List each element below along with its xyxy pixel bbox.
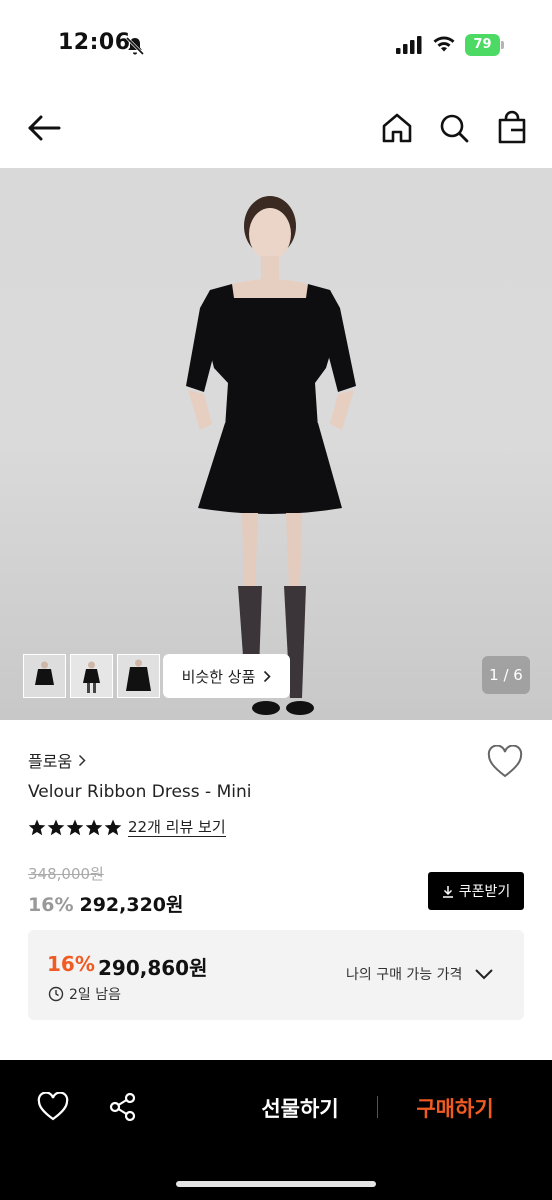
my-price-toggle[interactable]: 나의 구매 가능 가격 xyxy=(346,964,494,984)
search-icon[interactable] xyxy=(437,110,471,146)
signal-icon xyxy=(396,36,422,54)
bell-off-icon xyxy=(125,36,145,56)
brand-link[interactable]: 플로움 xyxy=(28,748,86,772)
top-nav xyxy=(0,90,552,168)
buy-button[interactable]: 구매하기 xyxy=(395,1088,515,1128)
gift-button[interactable]: 선물하기 xyxy=(240,1088,360,1128)
rating-row: 22개 리뷰 보기 xyxy=(28,818,226,837)
star-icon xyxy=(28,819,46,836)
thumbnail-2[interactable] xyxy=(70,654,113,698)
similar-products-label: 비슷한 상품 xyxy=(181,667,256,686)
thumbnail-1[interactable] xyxy=(23,654,66,698)
status-time: 12:06 xyxy=(58,30,131,55)
bottom-action-bar: 선물하기 구매하기 xyxy=(0,1060,552,1200)
price-row: 16% 292,320원 xyxy=(28,890,184,917)
heart-icon[interactable] xyxy=(37,1092,69,1122)
home-icon[interactable] xyxy=(380,110,414,146)
discount-rate: 16% xyxy=(28,894,74,916)
clock-icon xyxy=(48,986,64,1002)
battery-cap xyxy=(501,41,504,49)
coupon-button[interactable]: 쿠폰받기 xyxy=(428,872,524,910)
back-arrow-icon[interactable] xyxy=(24,110,64,146)
product-name: Velour Ribbon Dress - Mini xyxy=(28,782,252,802)
shopping-bag-icon[interactable] xyxy=(495,110,529,146)
star-icon xyxy=(47,819,65,836)
chevron-right-icon xyxy=(79,754,86,766)
home-indicator xyxy=(176,1181,376,1187)
battery-indicator: 79 xyxy=(465,34,505,56)
star-icon xyxy=(66,819,84,836)
review-link[interactable]: 22개 리뷰 보기 xyxy=(128,818,226,837)
coupon-label: 쿠폰받기 xyxy=(458,884,511,900)
divider xyxy=(377,1096,378,1118)
model-illustration xyxy=(186,196,356,715)
timer-text: 2일 남음 xyxy=(69,987,121,1003)
download-icon xyxy=(442,885,453,898)
my-discount-rate: 16% xyxy=(47,952,95,976)
my-price-value: 290,860원 xyxy=(98,956,208,980)
similar-products-button[interactable]: 비슷한 상품 xyxy=(163,654,290,698)
my-price-toggle-label: 나의 구매 가능 가격 xyxy=(346,967,463,983)
thumbnail-strip xyxy=(23,654,160,698)
chevron-down-icon xyxy=(475,969,494,980)
star-icon xyxy=(104,819,122,836)
share-icon[interactable] xyxy=(108,1092,138,1122)
product-image[interactable]: 비슷한 상품 1 / 6 xyxy=(0,168,552,720)
wifi-icon xyxy=(433,36,455,52)
timer-row: 2일 남음 xyxy=(48,984,121,1004)
brand-name: 플로움 xyxy=(28,752,73,771)
sale-price: 292,320원 xyxy=(79,894,184,916)
status-bar: 12:06 79 xyxy=(0,0,552,90)
image-pager: 1 / 6 xyxy=(482,656,530,694)
rating-stars xyxy=(28,819,122,836)
battery-level: 79 xyxy=(465,34,500,56)
heart-icon[interactable] xyxy=(487,745,523,779)
original-price: 348,000원 xyxy=(28,865,104,883)
thumbnail-3[interactable] xyxy=(117,654,160,698)
chevron-right-icon xyxy=(264,670,272,682)
my-price-box: 16% 290,860원 2일 남음 나의 구매 가능 가격 xyxy=(28,930,524,1020)
star-icon xyxy=(85,819,103,836)
